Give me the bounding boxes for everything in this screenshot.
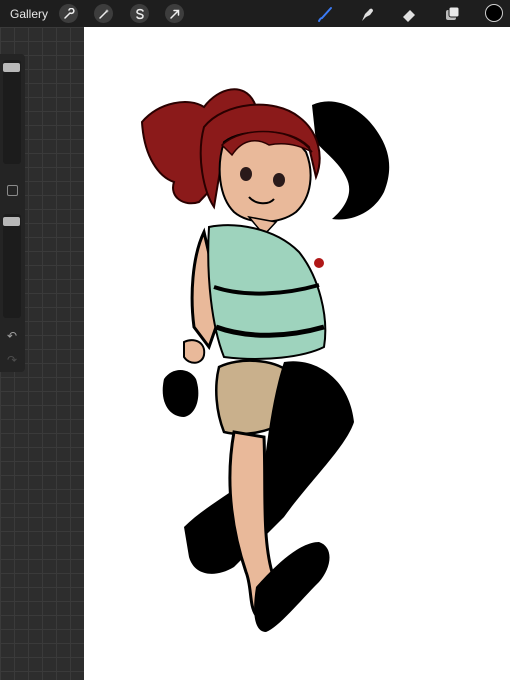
color-picker-button[interactable] (485, 4, 503, 22)
drawing-canvas[interactable] (84, 27, 510, 680)
opacity-thumb[interactable] (3, 217, 20, 226)
undo-icon[interactable]: ↶ (5, 329, 19, 343)
gallery-button[interactable]: Gallery (10, 7, 48, 21)
character-artwork (140, 88, 390, 632)
selection-s-icon[interactable] (130, 4, 149, 23)
brush-size-slider[interactable] (3, 60, 21, 164)
layers-icon[interactable] (442, 4, 462, 24)
top-toolbar: Gallery (0, 0, 510, 27)
wrench-icon[interactable] (59, 4, 78, 23)
brush-size-thumb[interactable] (3, 63, 20, 72)
brush-icon[interactable] (315, 4, 335, 24)
opacity-slider[interactable] (3, 214, 21, 318)
sidebar: ↶ ↷ (0, 54, 25, 372)
redo-icon[interactable]: ↷ (5, 353, 19, 367)
smudge-icon[interactable] (357, 4, 377, 24)
modify-square-icon[interactable] (7, 185, 18, 196)
arrow-cursor-icon[interactable] (165, 4, 184, 23)
magic-wand-icon[interactable] (94, 4, 113, 23)
eraser-icon[interactable] (399, 4, 419, 24)
